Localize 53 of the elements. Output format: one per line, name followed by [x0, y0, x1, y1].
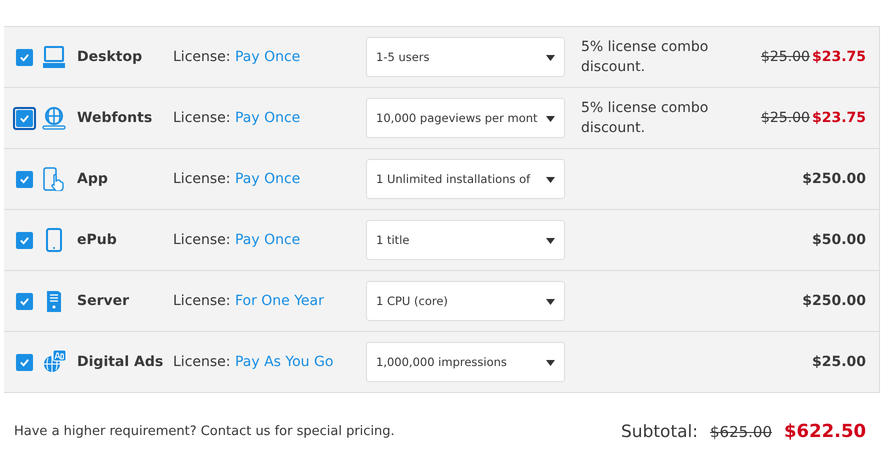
caret-icon [546, 55, 555, 61]
license-label: License: [173, 171, 230, 187]
check-icon [19, 296, 30, 306]
discount-note: 5% license combo discount. [581, 100, 708, 136]
check-icon [19, 356, 30, 368]
product-name: ePub [77, 232, 118, 248]
license-label: License: [173, 110, 230, 126]
price: $250.00 [802, 171, 866, 187]
price: $50.00 [812, 232, 866, 248]
monitor-icon [42, 45, 66, 69]
product-name: Desktop [77, 49, 144, 65]
license-label: License: [173, 49, 230, 65]
subtotal-price: $622.50 [784, 421, 866, 442]
product-name: Digital Ads [77, 354, 164, 370]
checkbox[interactable] [16, 48, 33, 66]
license-label: License: [173, 232, 230, 248]
checkbox[interactable] [16, 170, 33, 188]
price: $250.00 [802, 293, 866, 309]
original-price: $25.00 [760, 110, 810, 126]
original-total: $625.00 [710, 423, 772, 441]
option-select[interactable]: 1 title [366, 220, 565, 260]
license-label: License: [173, 293, 230, 309]
caret-icon [546, 177, 555, 183]
globe-ad-icon [42, 350, 66, 374]
check-icon [19, 234, 30, 246]
product-name: Server [77, 293, 130, 309]
discount-note: 5% license combo discount. [581, 39, 708, 75]
price: $23.75 [812, 49, 866, 65]
checkbox[interactable] [16, 292, 33, 310]
checkbox[interactable] [16, 354, 33, 370]
product-name: Webfonts [77, 110, 154, 126]
option-select[interactable]: 1-5 users [366, 37, 565, 77]
caret-icon [546, 360, 555, 366]
price: $23.75 [812, 110, 866, 126]
price: $25.00 [812, 354, 866, 370]
caret-icon [546, 238, 555, 244]
option-select[interactable]: 1 Unlimited installations of [366, 159, 565, 199]
check-icon [19, 112, 30, 124]
pricing-note: Have a higher requirement? Contact us for special pricing. [14, 424, 395, 439]
option-select[interactable]: 1 CPU (core) [366, 281, 565, 321]
caret-icon [546, 299, 555, 305]
caret-icon [546, 116, 555, 122]
original-price: $25.00 [760, 49, 810, 65]
globe-icon [42, 106, 66, 130]
check-icon [19, 52, 30, 62]
product-name: App [77, 171, 109, 187]
phone-tap-icon [42, 167, 66, 191]
subtotal-label: Subtotal: [621, 422, 698, 442]
option-select[interactable]: 1,000,000 impressions [366, 342, 565, 382]
check-icon [19, 174, 30, 184]
checkbox[interactable] [16, 232, 33, 248]
option-select[interactable]: 10,000 pageviews per mont [366, 98, 565, 138]
license-label: License: [173, 354, 230, 370]
